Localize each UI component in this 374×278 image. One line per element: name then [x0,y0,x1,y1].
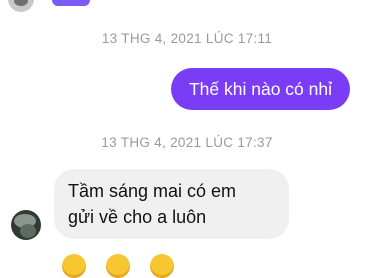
incoming-message-bubble[interactable]: Tầm sáng mai có em gửi về cho a luôn [54,169,289,239]
outgoing-message-bubble[interactable]: Thế khi nào có nhỉ [170,68,350,110]
emoji-icon [150,254,174,278]
emoji-icon [106,254,130,278]
sender-avatar[interactable] [11,210,41,240]
incoming-message-line: Tầm sáng mai có em [68,181,237,201]
sender-avatar-top [8,0,34,12]
emoji-icon [62,254,86,278]
message-timestamp: 13 THG 4, 2021 LÚC 17:37 [101,135,273,150]
incoming-message-line: gửi về cho a luôn [68,207,207,227]
message-timestamp: 13 THG 4, 2021 LÚC 17:11 [101,31,273,46]
previous-message-bubble [52,0,90,6]
